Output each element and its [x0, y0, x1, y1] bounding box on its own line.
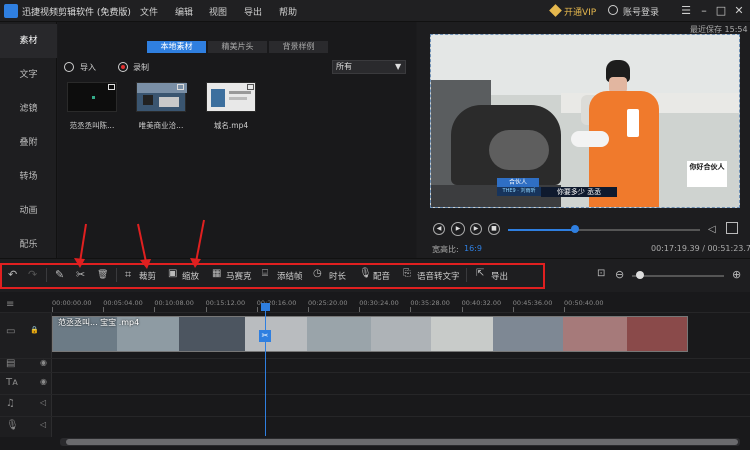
zoom-in-icon[interactable]: ⊕ — [732, 268, 741, 281]
annotation-arrow — [137, 223, 151, 269]
next-frame-icon[interactable]: ▶ — [470, 223, 482, 235]
sidebar-item-overlay[interactable]: 叠附 — [0, 126, 57, 160]
music-track — [0, 394, 750, 417]
media-thumbnail[interactable] — [67, 82, 117, 112]
ruler-tick-label: 00:35:28.00 — [410, 299, 450, 307]
eye-icon[interactable]: ◉ — [40, 358, 47, 367]
tab-background[interactable]: 背景样例 — [269, 41, 328, 53]
ruler-tick-label: 00:25:20.00 — [308, 299, 348, 307]
split-marker-icon[interactable]: ✂ — [259, 330, 271, 342]
clip-label: 范丞丞叫... 宝宝 .mp4 — [58, 318, 140, 327]
sidebar-item-filter[interactable]: 滤镜 — [0, 92, 57, 126]
menu-export[interactable]: 导出 — [244, 5, 262, 18]
ruler-tick-label: 00:10:08.00 — [154, 299, 194, 307]
annotation-arrow — [190, 219, 205, 268]
ruler-tick-label: 00:15:12.00 — [205, 299, 246, 307]
voice-track-icon: 🎙 — [6, 420, 19, 431]
account-icon — [608, 5, 618, 15]
subtitle-line: 你要多少 丞丞 — [541, 187, 617, 197]
login-button[interactable]: 账号登录 — [623, 5, 659, 18]
text-track-icon: Tᴀ — [6, 377, 19, 388]
ruler-tick-label: 00:05:04.00 — [103, 299, 143, 307]
video-preview[interactable]: 合伙人 THE9 · 刘雨昕 你要多少 丞丞 你好合伙人 — [430, 34, 740, 208]
record-button[interactable]: 录制 — [133, 62, 149, 73]
ruler-tick-label: 00:30:24.00 — [359, 299, 399, 307]
timeline-zoom-slider[interactable] — [632, 275, 724, 277]
import-button[interactable]: 导入 — [80, 62, 96, 73]
feedback-icon[interactable]: ☰ — [678, 3, 694, 19]
import-icon — [64, 62, 74, 72]
app-logo-icon — [4, 4, 18, 18]
show-badge: THE9 · 刘雨昕 — [497, 187, 541, 196]
sidebar-item-music[interactable]: 配乐 — [0, 228, 57, 262]
media-library: 本地素材 精美片头 背景样例 — [58, 22, 416, 258]
fullscreen-icon[interactable] — [726, 222, 738, 234]
speaker-icon[interactable]: ◁ — [40, 420, 46, 429]
volume-icon[interactable]: ◁ — [708, 224, 716, 235]
menu-file[interactable]: 文件 — [140, 5, 158, 18]
lock-icon[interactable]: 🔒 — [30, 326, 39, 334]
timeline-zoom-handle[interactable] — [636, 271, 644, 279]
close-icon[interactable]: ✕ — [731, 3, 747, 19]
video-clip[interactable] — [52, 316, 688, 352]
tab-intro[interactable]: 精美片头 — [208, 41, 267, 53]
text-track — [0, 372, 750, 395]
aspect-ratio-value[interactable]: 16:9 — [464, 244, 482, 253]
annotation-arrow — [74, 223, 87, 268]
minimize-icon[interactable]: – — [696, 3, 712, 19]
media-label: 唯美商业洽... — [138, 121, 184, 130]
speaker-icon[interactable]: ◁ — [40, 398, 46, 407]
app-title: 迅捷视频剪辑软件 (免费版) — [22, 8, 131, 18]
chevron-down-icon[interactable]: ▼ — [395, 62, 401, 71]
play-icon[interactable]: ▶ — [451, 222, 465, 236]
ruler-tick-label: 00:00:00.00 — [52, 299, 92, 307]
media-label: 城名.mp4 — [213, 121, 249, 130]
pip-track-icon: ▤ — [6, 358, 16, 369]
zoom-out-icon[interactable]: ⊖ — [615, 268, 624, 281]
playhead-handle[interactable] — [261, 303, 270, 311]
previous-frame-icon[interactable]: ◀ — [433, 223, 445, 235]
eye-icon[interactable]: ◉ — [40, 377, 47, 386]
time-readout: 00:17:19.39 / 00:51:23.78 — [651, 244, 750, 253]
media-thumbnail[interactable] — [206, 82, 256, 112]
sidebar: 素材 文字 滤镜 叠附 转场 动画 配乐 — [0, 22, 57, 258]
ruler-tick-label: 00:40:32.00 — [461, 299, 502, 307]
pip-track — [0, 358, 750, 373]
tab-local-media[interactable]: 本地素材 — [147, 41, 206, 53]
sidebar-item-transition[interactable]: 转场 — [0, 160, 57, 194]
scrollbar-thumb[interactable] — [66, 439, 738, 445]
add-track-icon[interactable]: ≡ — [6, 299, 14, 310]
subtitle-name-tag: 合伙人 — [497, 178, 539, 187]
menu-edit[interactable]: 编辑 — [175, 5, 193, 18]
vip-button[interactable]: 开通VIP — [564, 5, 596, 18]
sidebar-item-text[interactable]: 文字 — [0, 58, 57, 92]
ruler-tick-label: 00:50:40.00 — [564, 299, 604, 307]
music-track-icon: ♫ — [6, 398, 15, 409]
video-track-icon: ▭ — [6, 326, 16, 337]
sidebar-item-animation[interactable]: 动画 — [0, 194, 57, 228]
stop-icon[interactable]: ■ — [488, 223, 500, 235]
total-time: 00:51:23.78 — [707, 244, 750, 253]
menu-help[interactable]: 帮助 — [279, 5, 297, 18]
menu-view[interactable]: 视图 — [209, 5, 227, 18]
media-thumbnail[interactable] — [136, 82, 187, 112]
maximize-icon[interactable]: □ — [713, 3, 729, 19]
record-icon — [118, 62, 128, 72]
current-time: 00:17:19.39 — [651, 244, 700, 253]
show-logo: 你好合伙人 — [687, 161, 727, 187]
sidebar-item-media[interactable]: 素材 — [0, 24, 57, 58]
playhead[interactable] — [265, 306, 266, 436]
aspect-ratio-label: 宽高比: — [432, 245, 459, 254]
playback-progress-fill — [508, 229, 576, 231]
fit-timeline-icon[interactable]: ⊡ — [597, 268, 605, 279]
ruler-tick-label: 00:45:36.00 — [512, 299, 553, 307]
voice-track — [0, 416, 750, 437]
media-label: 范丞丞叫陈... — [69, 121, 115, 130]
